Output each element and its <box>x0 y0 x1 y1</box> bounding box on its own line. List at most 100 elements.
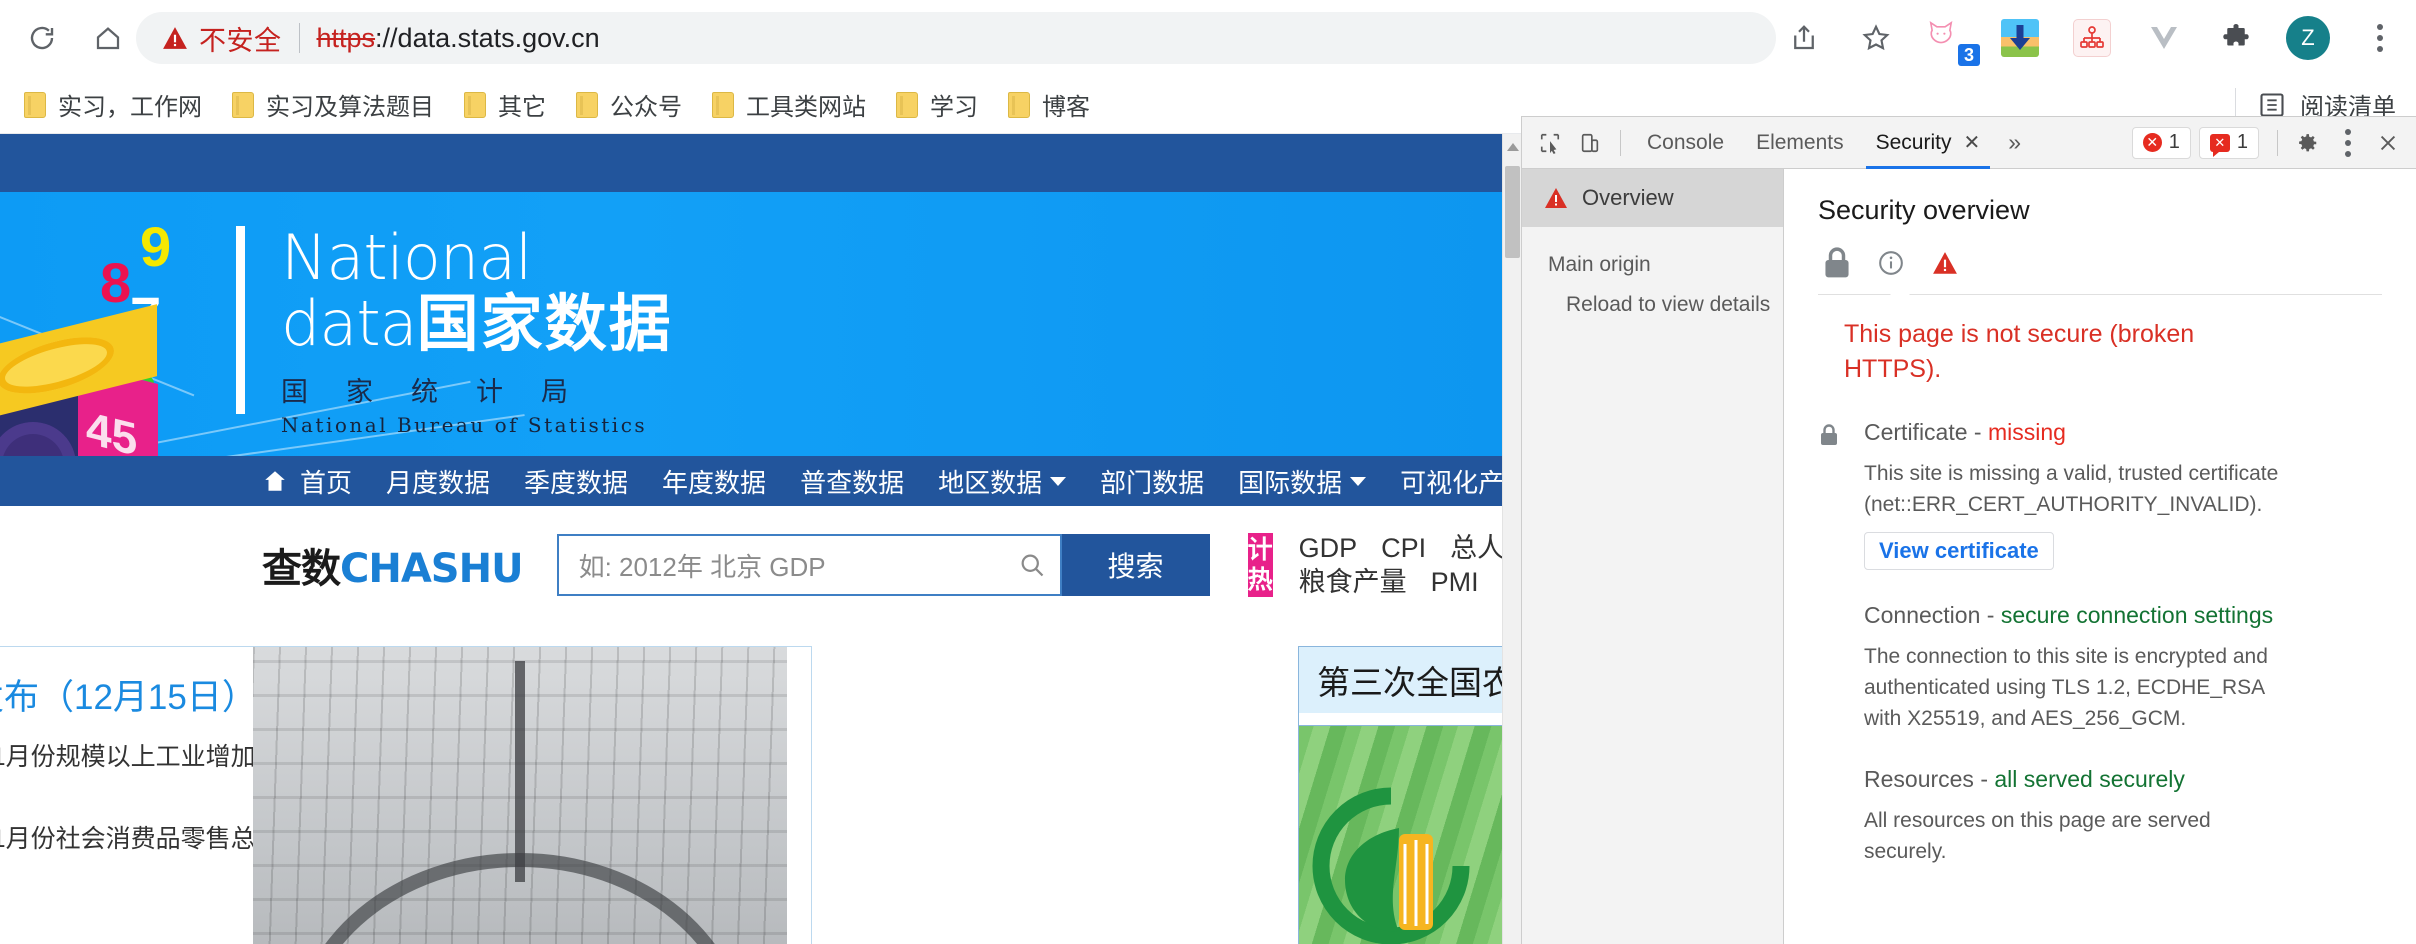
hot-word[interactable]: 粮食产量 <box>1299 567 1407 597</box>
devtools-right-separator <box>2277 129 2278 156</box>
search-input[interactable]: 如: 2012年 北京 GDP <box>556 534 1062 596</box>
omnibox-separator <box>298 23 300 53</box>
chip-info[interactable] <box>1878 248 1904 278</box>
news-item[interactable]: 2021年11月份规模以上工业增加值增长3.8% <box>0 736 388 778</box>
devtools-settings-button[interactable] <box>2288 123 2328 163</box>
page-title: Security overview <box>1818 195 2030 225</box>
tab-elements[interactable]: Elements <box>1740 117 1860 169</box>
site-banner: 9 8 7 5 3 4 6 1 2 National data国家数据 国家统计… <box>0 192 1521 456</box>
census-card[interactable]: 第三次全国农业普查 <box>1298 646 1514 944</box>
view-certificate-button[interactable]: View certificate <box>1864 532 2054 570</box>
nav-item-quarterly[interactable]: 季度数据 <box>507 463 645 500</box>
hot-word[interactable]: PMI <box>1431 567 1479 597</box>
page-viewport: 9 8 7 5 3 4 6 1 2 National data国家数据 国家统计… <box>0 134 1521 944</box>
bookmark-folder[interactable]: 博客 <box>998 84 1100 126</box>
not-secure-warning-icon <box>163 27 187 49</box>
bookmark-star-button[interactable] <box>1848 10 1904 66</box>
chrome-menu-button[interactable] <box>2352 10 2408 66</box>
lock-icon <box>1821 424 1837 445</box>
security-section-resources: Resources - all served securely All reso… <box>1820 766 2382 867</box>
star-icon <box>1862 24 1890 51</box>
hot-word[interactable]: GDP <box>1299 533 1358 563</box>
hot-word[interactable]: CPI <box>1381 533 1426 563</box>
sidebar-reload-hint[interactable]: Reload to view details <box>1522 277 1783 317</box>
site-logo[interactable]: National data国家数据 国家统计局 National Bureau … <box>236 226 673 437</box>
section-name: Resources <box>1864 766 1974 792</box>
section-description: All resources on this page are served se… <box>1864 809 2211 863</box>
extension-vue-devtools[interactable] <box>2136 10 2192 66</box>
vue-icon <box>2151 27 2177 49</box>
reading-list-icon <box>2260 92 2284 117</box>
logo-bureau-cn: 国家统计局 <box>281 377 606 408</box>
bookmark-label: 学习 <box>930 94 978 121</box>
reload-button[interactable] <box>14 10 70 66</box>
address-bar[interactable]: 不安全 https ://data.stats.gov.cn <box>136 12 1776 64</box>
nav-item-census[interactable]: 普查数据 <box>783 463 921 500</box>
chip-lock[interactable] <box>1824 247 1850 278</box>
kebab-menu-icon <box>2377 24 2383 52</box>
bookmark-label: 博客 <box>1042 94 1090 121</box>
chashu-logo[interactable]: 查数CHASHU <box>262 536 524 594</box>
nav-item-regional[interactable]: 地区数据 <box>921 463 1083 500</box>
warning-triangle-icon <box>1545 188 1567 208</box>
summary-divider <box>1818 285 2382 295</box>
extension-sitemap[interactable] <box>2064 10 2120 66</box>
bookmark-label: 工具类网站 <box>746 94 866 121</box>
sidebar-item-overview[interactable]: Overview <box>1522 169 1783 227</box>
bookmark-folder[interactable]: 其它 <box>454 84 556 126</box>
nav-item-international[interactable]: 国际数据 <box>1221 463 1383 500</box>
error-count-badge[interactable]: ✕ 1 <box>2131 126 2191 159</box>
nav-item-department[interactable]: 部门数据 <box>1083 463 1221 500</box>
overview-label: Overview <box>1582 185 1674 210</box>
tab-console[interactable]: Console <box>1631 117 1740 169</box>
section-name: Connection <box>1864 602 1981 628</box>
close-icon[interactable]: ✕ <box>1963 130 1980 155</box>
home-button[interactable] <box>80 10 136 66</box>
nav-item-annual[interactable]: 年度数据 <box>645 463 783 500</box>
page-scrollbar[interactable] <box>1502 134 1521 944</box>
extension-cat[interactable]: 3 <box>1920 10 1980 66</box>
search-button[interactable]: 搜索 <box>1061 534 1210 596</box>
share-button[interactable] <box>1776 10 1832 66</box>
section-description: This site is missing a valid, trusted ce… <box>1864 462 2279 516</box>
logo-data-en: data <box>281 287 418 360</box>
folder-icon <box>464 91 486 118</box>
bookmark-folder[interactable]: 实习及算法题目 <box>222 84 444 126</box>
bookmark-folder[interactable]: 工具类网站 <box>702 84 876 126</box>
extension-badge-count: 3 <box>1958 44 1980 66</box>
security-overview-main: Security overview This page is not secur… <box>1784 169 2416 944</box>
section-icon-wrap <box>1820 766 1864 867</box>
bookmark-label: 实习及算法题目 <box>266 94 434 121</box>
logo-bureau-en: National Bureau of Statistics <box>281 413 648 437</box>
toggle-device-toolbar-button[interactable] <box>1570 123 1610 163</box>
tab-security[interactable]: Security ✕ <box>1860 117 1997 169</box>
nav-item-monthly[interactable]: 月度数据 <box>369 463 507 500</box>
scrollbar-up-arrow-icon[interactable] <box>1507 143 1519 151</box>
devtools-close-button[interactable] <box>2368 123 2408 163</box>
nav-item-visualization[interactable]: 可视化产品 <box>1383 463 1521 500</box>
tab-label: Security <box>1875 130 1952 154</box>
news-item[interactable]: 2021年11月份社会消费品零售总额增长3.9% <box>0 818 388 860</box>
nav-item-home[interactable]: 首页 <box>288 463 369 500</box>
extension-download[interactable] <box>1992 10 2048 66</box>
error-circle-icon: ✕ <box>2142 133 2162 152</box>
bookmark-folder[interactable]: 学习 <box>886 84 988 126</box>
chip-warning[interactable] <box>1932 248 1958 278</box>
folder-icon <box>24 91 46 118</box>
extensions-puzzle-button[interactable] <box>2208 10 2264 66</box>
more-tabs-button[interactable]: » <box>1996 129 2033 156</box>
site-nav: 首页 月度数据 季度数据 年度数据 普查数据 地区数据 部门数据 国际数据 可视… <box>0 456 1521 506</box>
devtools-more-options-button[interactable] <box>2328 123 2368 163</box>
folder-icon <box>576 91 598 118</box>
issue-count-badge[interactable]: ✕ 1 <box>2198 126 2259 159</box>
bookmark-folder[interactable]: 实习，工作网 <box>14 84 212 126</box>
bookmark-folder[interactable]: 公众号 <box>566 84 692 126</box>
security-sidebar: Overview Main origin Reload to view deta… <box>1522 169 1784 944</box>
page-content: 最新发布（12月15日） 2021年11月份规模以上工业增加值增长3.8% 20… <box>0 624 1521 944</box>
chevron-down-icon <box>1350 476 1367 486</box>
profile-avatar-button[interactable]: Z <box>2280 10 2336 66</box>
inspect-element-button[interactable] <box>1530 123 1570 163</box>
section-icon-wrap <box>1820 602 1864 734</box>
scrollbar-thumb[interactable] <box>1505 166 1520 258</box>
reload-icon <box>30 26 54 50</box>
